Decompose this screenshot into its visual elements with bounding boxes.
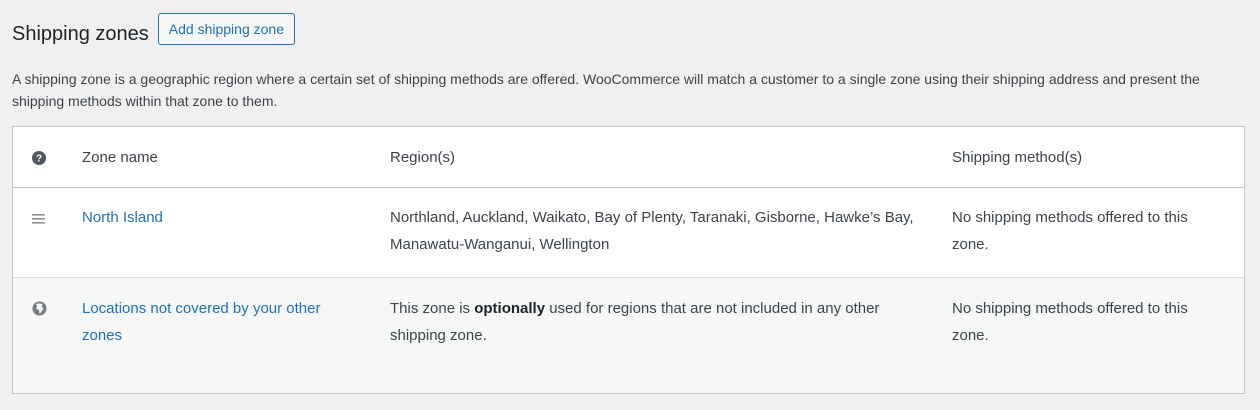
page-description: A shipping zone is a geographic region w… (12, 71, 1200, 109)
zone-regions: Northland, Auckland, Waikato, Bay of Ple… (390, 209, 914, 253)
zone-regions-prefix: This zone is (390, 300, 475, 317)
drag-handle-icon[interactable] (32, 214, 46, 224)
zone-regions-emphasis: optionally (474, 300, 546, 317)
add-shipping-zone-button[interactable]: Add shipping zone (157, 13, 295, 45)
help-icon[interactable]: ? (32, 151, 46, 165)
page-title: Shipping zones (12, 22, 149, 45)
svg-text:?: ? (36, 154, 42, 165)
page-header: Shipping zones Add shipping zone (12, 13, 295, 45)
table-header-row: ? Zone name Region(s) Shipping method(s) (13, 127, 1244, 188)
column-header-shipping-methods: Shipping method(s) (952, 149, 1083, 166)
zone-regions: This zone is optionally used for regions… (390, 295, 920, 349)
column-header-zone-name: Zone name (82, 149, 158, 166)
table-row: Locations not covered by your other zone… (13, 278, 1244, 393)
table-row: North Island Northland, Auckland, Waikat… (13, 188, 1244, 278)
zone-shipping-methods: No shipping methods offered to this zone… (952, 209, 1188, 253)
shipping-zones-table: ? Zone name Region(s) Shipping method(s)… (12, 126, 1245, 394)
zone-name-link[interactable]: North Island (82, 209, 163, 226)
zone-shipping-methods: No shipping methods offered to this zone… (952, 300, 1188, 344)
shipping-zones-page: Shipping zones Add shipping zone A shipp… (0, 0, 1260, 410)
zone-name-link[interactable]: Locations not covered by your other zone… (82, 300, 320, 344)
globe-icon (32, 301, 47, 316)
column-header-regions: Region(s) (390, 149, 456, 166)
